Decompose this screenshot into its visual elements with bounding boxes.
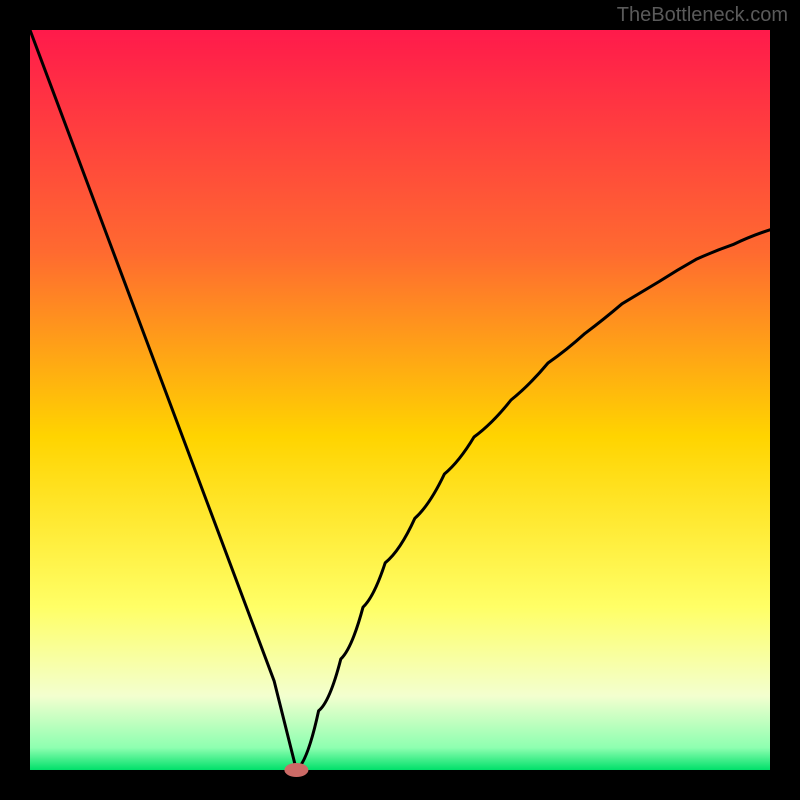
- chart-frame: { "watermark": "TheBottleneck.com", "cha…: [0, 0, 800, 800]
- min-marker: [284, 763, 308, 777]
- plot-background: [30, 30, 770, 770]
- bottleneck-chart: [0, 0, 800, 800]
- watermark-text: TheBottleneck.com: [617, 4, 788, 27]
